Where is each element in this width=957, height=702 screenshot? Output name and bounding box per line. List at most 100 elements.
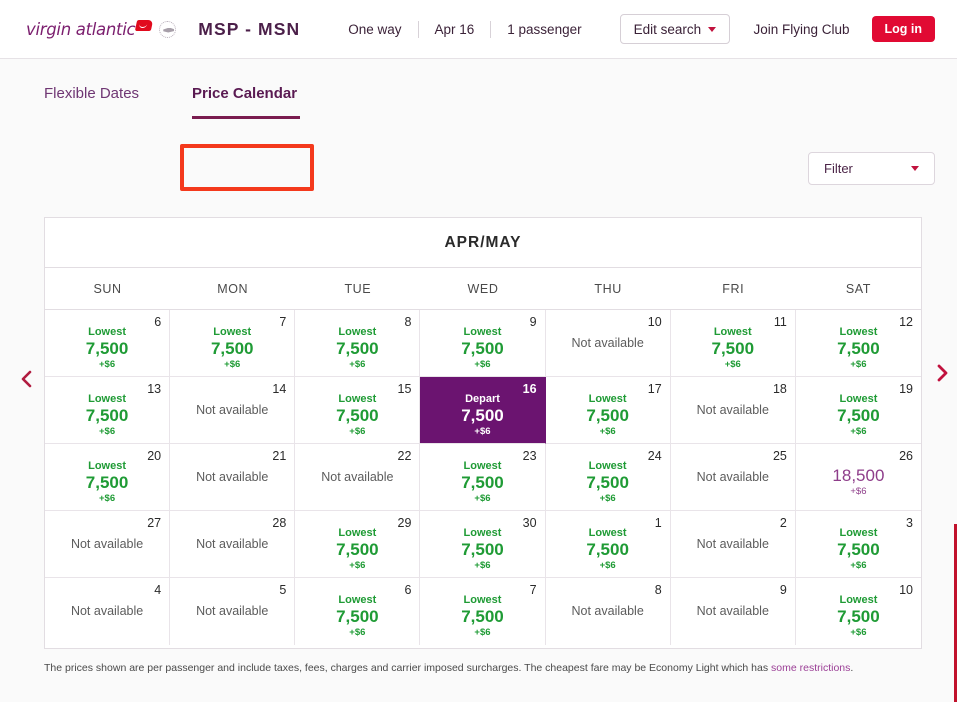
calendar-cell[interactable]: 9Lowest7,500+$6 xyxy=(420,310,545,377)
calendar-cell[interactable]: 15Lowest7,500+$6 xyxy=(295,377,420,444)
calendar-cell[interactable]: 2618,500+$6 xyxy=(796,444,921,511)
site-header: virgin atlantic MSP - MSN One way Apr 16… xyxy=(0,0,957,59)
fare-price: 7,500 xyxy=(546,473,670,493)
fare-info: Lowest7,500+$6 xyxy=(546,459,670,505)
tab-flexible-dates[interactable]: Flexible Dates xyxy=(44,85,139,102)
day-number: 2 xyxy=(780,516,787,530)
fare-taxes: +$6 xyxy=(45,426,169,438)
calendar-cell[interactable]: 6Lowest7,500+$6 xyxy=(45,310,170,377)
calendar-cell[interactable]: 7Lowest7,500+$6 xyxy=(420,578,545,645)
lowest-badge: Lowest xyxy=(295,593,419,607)
fare-taxes: +$6 xyxy=(420,560,544,572)
brand-wordmark: virgin atlantic xyxy=(26,20,135,39)
not-available-label: Not available xyxy=(45,537,169,551)
day-of-week-header: FRI xyxy=(671,268,796,309)
day-number: 5 xyxy=(279,583,286,597)
fare-price: 7,500 xyxy=(420,339,544,359)
not-available-label: Not available xyxy=(170,604,294,618)
day-of-week-header: TUE xyxy=(295,268,420,309)
tab-price-calendar[interactable]: Price Calendar xyxy=(192,85,297,112)
log-in-button[interactable]: Log in xyxy=(872,16,936,42)
price-calendar: APR/MAY SUNMONTUEWEDTHUFRISAT 6Lowest7,5… xyxy=(44,217,922,649)
day-number: 9 xyxy=(780,583,787,597)
fare-taxes: +$6 xyxy=(546,560,670,572)
fare-price: 7,500 xyxy=(796,339,921,359)
calendar-cell[interactable]: 19Lowest7,500+$6 xyxy=(796,377,921,444)
fare-price: 7,500 xyxy=(295,339,419,359)
edit-search-label: Edit search xyxy=(634,22,702,37)
previous-week-arrow[interactable] xyxy=(16,368,38,390)
fare-taxes: +$6 xyxy=(420,493,544,505)
fare-info: Lowest7,500+$6 xyxy=(170,325,294,371)
join-flying-club-link[interactable]: Join Flying Club xyxy=(753,22,849,37)
calendar-cell[interactable]: 17Lowest7,500+$6 xyxy=(546,377,671,444)
not-available-label: Not available xyxy=(671,403,795,417)
disclaimer-text-end: . xyxy=(850,662,853,674)
not-available-label: Not available xyxy=(170,403,294,417)
fare-price: 7,500 xyxy=(295,607,419,627)
fare-taxes: +$6 xyxy=(45,493,169,505)
calendar-cell[interactable]: 8Lowest7,500+$6 xyxy=(295,310,420,377)
fare-taxes: +$6 xyxy=(170,359,294,371)
lowest-badge: Lowest xyxy=(420,593,544,607)
not-available-label: Not available xyxy=(671,537,795,551)
day-number: 10 xyxy=(648,315,662,329)
filter-button[interactable]: Filter xyxy=(808,152,935,185)
calendar-cell-unavailable: 5 Not available xyxy=(170,578,295,645)
day-number: 22 xyxy=(398,449,412,463)
lowest-badge: Lowest xyxy=(295,392,419,406)
lowest-badge: Lowest xyxy=(420,325,544,339)
day-number: 21 xyxy=(272,449,286,463)
not-available-label: Not available xyxy=(170,537,294,551)
lowest-badge: Lowest xyxy=(295,325,419,339)
fare-price: 7,500 xyxy=(295,406,419,426)
not-available-label: Not available xyxy=(45,604,169,618)
edit-search-button[interactable]: Edit search xyxy=(620,14,731,44)
calendar-cell[interactable]: 3Lowest7,500+$6 xyxy=(796,511,921,578)
fare-info: Lowest7,500+$6 xyxy=(420,593,544,639)
fare-taxes: +$6 xyxy=(796,486,921,498)
calendar-cell[interactable]: 11Lowest7,500+$6 xyxy=(671,310,796,377)
calendar-cell[interactable]: 13Lowest7,500+$6 xyxy=(45,377,170,444)
fare-price: 18,500 xyxy=(796,466,921,486)
lowest-badge: Lowest xyxy=(671,325,795,339)
not-available-label: Not available xyxy=(671,470,795,484)
annotation-highlight-box xyxy=(180,144,314,191)
calendar-cell[interactable]: 23Lowest7,500+$6 xyxy=(420,444,545,511)
depart-badge: Depart xyxy=(420,392,544,406)
calendar-cell[interactable]: 6Lowest7,500+$6 xyxy=(295,578,420,645)
calendar-cell[interactable]: 24Lowest7,500+$6 xyxy=(546,444,671,511)
fare-info: Lowest7,500+$6 xyxy=(45,392,169,438)
some-restrictions-link[interactable]: some restrictions xyxy=(771,662,850,674)
fare-taxes: +$6 xyxy=(420,627,544,639)
calendar-cell[interactable]: 7Lowest7,500+$6 xyxy=(170,310,295,377)
day-number: 4 xyxy=(154,583,161,597)
fare-taxes: +$6 xyxy=(796,426,921,438)
day-number: 8 xyxy=(655,583,662,597)
not-available-label: Not available xyxy=(671,604,795,618)
lowest-badge: Lowest xyxy=(45,459,169,473)
calendar-cell[interactable]: 29Lowest7,500+$6 xyxy=(295,511,420,578)
calendar-cell-unavailable: 18Not available xyxy=(671,377,796,444)
calendar-cell[interactable]: 1Lowest7,500+$6 xyxy=(546,511,671,578)
lowest-badge: Lowest xyxy=(420,459,544,473)
calendar-cell[interactable]: 30Lowest7,500+$6 xyxy=(420,511,545,578)
fare-taxes: +$6 xyxy=(295,426,419,438)
fare-price: 7,500 xyxy=(295,540,419,560)
fare-info: Lowest7,500+$6 xyxy=(796,526,921,572)
calendar-cell-selected[interactable]: 16Depart7,500+$6 xyxy=(420,377,545,444)
lowest-badge: Lowest xyxy=(45,392,169,406)
next-week-arrow[interactable] xyxy=(931,362,953,384)
calendar-cell[interactable]: 10Lowest7,500+$6 xyxy=(796,578,921,645)
calendar-day-headers: SUNMONTUEWEDTHUFRISAT xyxy=(45,268,921,310)
calendar-cell-unavailable: 9 Not available xyxy=(671,578,796,645)
calendar-cell-unavailable: 25Not available xyxy=(671,444,796,511)
calendar-cell[interactable]: 12Lowest7,500+$6 xyxy=(796,310,921,377)
fare-info: Lowest7,500+$6 xyxy=(420,325,544,371)
calendar-cell-unavailable: 21Not available xyxy=(170,444,295,511)
virgin-atlantic-logo[interactable]: virgin atlantic xyxy=(26,20,176,39)
fare-taxes: +$6 xyxy=(796,627,921,639)
calendar-grid: 6Lowest7,500+$67Lowest7,500+$68Lowest7,5… xyxy=(45,310,921,645)
lowest-badge: Lowest xyxy=(420,526,544,540)
calendar-cell[interactable]: 20Lowest7,500+$6 xyxy=(45,444,170,511)
